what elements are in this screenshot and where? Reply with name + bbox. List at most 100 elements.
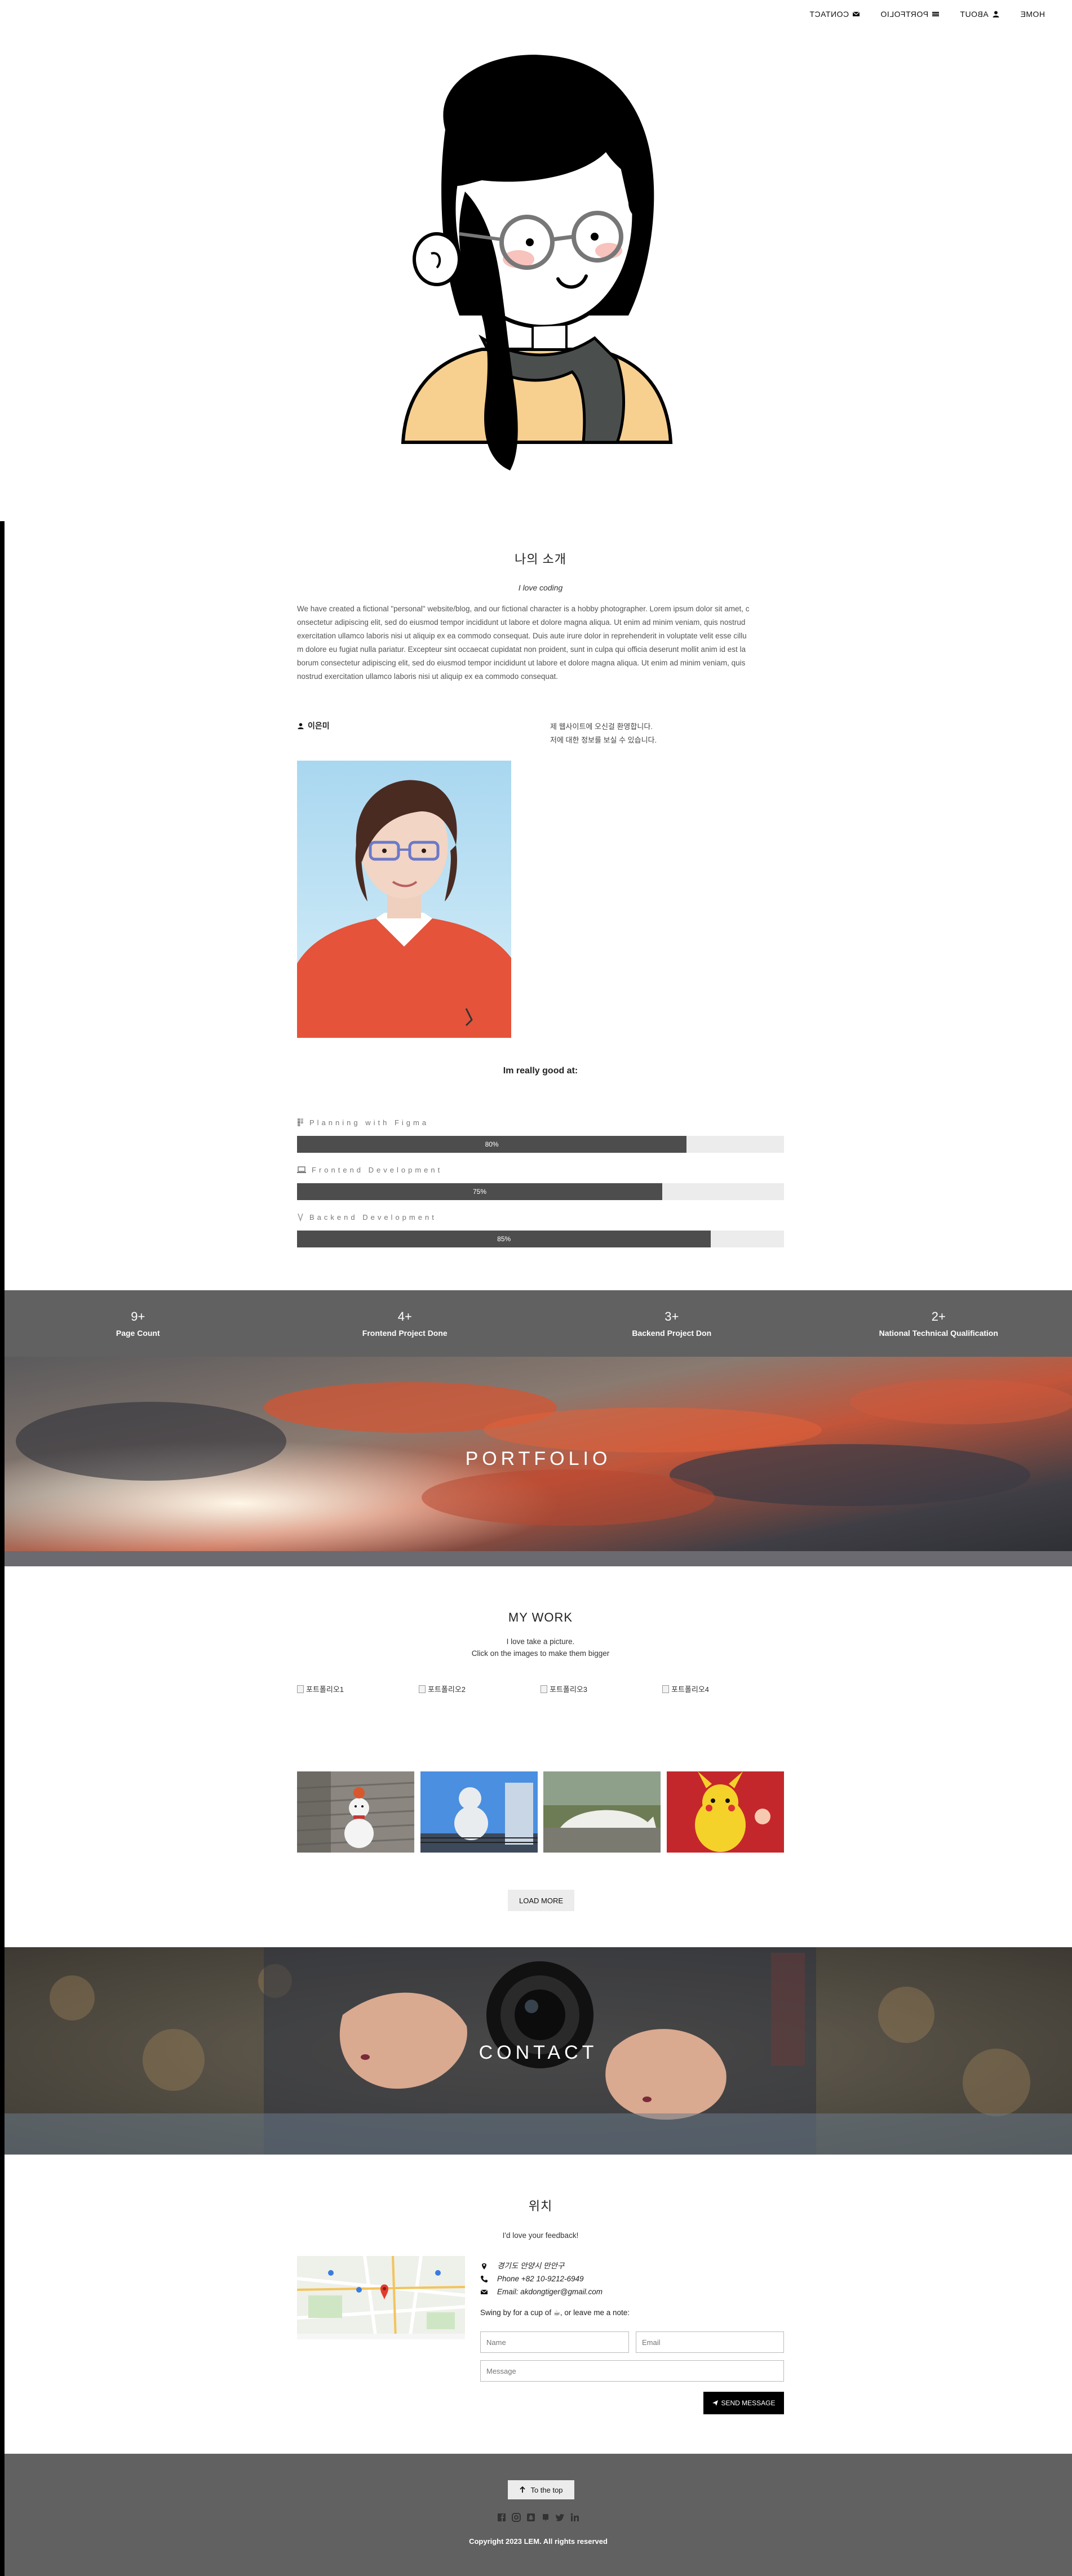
instagram-icon[interactable] xyxy=(511,2512,522,2523)
skill-progress-track: 75% xyxy=(297,1183,784,1200)
profile-name-text: 이은미 xyxy=(308,721,330,730)
envelope-icon xyxy=(852,11,860,16)
contact-address: 경기도 안양시 만안구 xyxy=(497,2262,565,2270)
about-paragraph: We have created a fictional "personal" w… xyxy=(297,602,784,683)
send-message-button[interactable]: SEND MESSAGE xyxy=(703,2392,784,2414)
about-line: borum consectetur adipiscing elit, sed d… xyxy=(297,659,746,667)
skill-label-row: Frontend Development xyxy=(297,1164,784,1175)
contact-email: Email: akdongtiger@gmail.com xyxy=(497,2288,603,2296)
stat-item: 3+ Backend Project Don xyxy=(582,1309,762,1338)
page: CONTACT PORTFOLIO ABOUT HOME 나의 소개 I lov… xyxy=(0,0,1072,2576)
snowman-stairs-photo[interactable] xyxy=(297,1771,414,1853)
skill-label: Planning with Figma xyxy=(309,1118,429,1127)
snowman-sky-photo[interactable] xyxy=(420,1771,538,1853)
contact-title: 위치 xyxy=(528,2199,553,2213)
skill-figma: Planning with Figma 80% xyxy=(297,1117,784,1153)
work-line-1: I love take a picture. xyxy=(506,1637,575,1646)
about-line: onsectetur adipiscing elit, sed do eiusm… xyxy=(297,618,746,627)
social-links xyxy=(5,2512,1072,2523)
phone-icon xyxy=(481,2275,488,2282)
stat-value: 9+ xyxy=(131,1309,145,1323)
stat-label: National Technical Qualification xyxy=(879,1329,998,1338)
about-line: nostrud exercitation ullamco laboris nis… xyxy=(297,672,559,681)
envelope-icon xyxy=(480,2289,488,2294)
broken-image-alt: 포트폴리오1 xyxy=(306,1685,344,1694)
skills-heading: Im really good at: xyxy=(503,1066,578,1076)
broken-image[interactable]: 포트폴리오4 xyxy=(662,1684,784,1694)
stat-value: 3+ xyxy=(665,1309,679,1323)
broken-image[interactable]: 포트폴리오2 xyxy=(419,1684,541,1694)
broken-image-alt: 포트폴리오3 xyxy=(550,1685,588,1694)
hero-avatar-illustration xyxy=(401,55,673,470)
skill-label-row: Planning with Figma xyxy=(297,1117,784,1128)
pikachu-photo[interactable] xyxy=(666,1771,784,1853)
skill-progress-fill: 80% xyxy=(297,1136,687,1153)
nav-about[interactable]: ABOUT xyxy=(950,10,1010,19)
stat-value: 2+ xyxy=(931,1309,946,1323)
paper-plane-icon xyxy=(712,2400,719,2406)
email-input[interactable] xyxy=(636,2331,784,2353)
location-map[interactable] xyxy=(297,2256,465,2339)
profile-photo xyxy=(297,761,511,1038)
contact-subtitle: I'd love your feedback! xyxy=(502,2231,579,2240)
skill-progress-track: 80% xyxy=(297,1136,784,1153)
snapchat-icon[interactable] xyxy=(525,2512,537,2523)
about-subtitle: I love coding xyxy=(518,583,563,592)
message-input[interactable] xyxy=(480,2360,784,2382)
profile-intro-line: 저에 대한 정보를 보실 수 있습니다. xyxy=(550,736,657,744)
database-icon xyxy=(298,1213,303,1222)
nav-home[interactable]: HOME xyxy=(1010,10,1055,19)
skill-progress-track: 85% xyxy=(297,1231,784,1247)
portfolio-thumbnails xyxy=(297,1771,784,1853)
portfolio-banner-title: PORTFOLIO xyxy=(465,1448,612,1469)
map-marker-icon xyxy=(482,2263,486,2269)
copyright-text: Copyright 2023 LEM. All rights reserved xyxy=(469,2537,608,2546)
work-section: MY WORK I love take a picture. Click on … xyxy=(297,1610,784,1658)
skill-label-row: Backend Development xyxy=(297,1211,784,1223)
about-line: exercitation ullamco laboris nisi ut ali… xyxy=(297,632,747,640)
skill-label: Frontend Development xyxy=(312,1165,443,1174)
nav-about-label: ABOUT xyxy=(960,10,989,19)
nav-contact[interactable]: CONTACT xyxy=(799,10,870,19)
pinterest-icon[interactable] xyxy=(540,2512,551,2523)
stat-item: 4+ Frontend Project Done xyxy=(314,1309,495,1338)
contact-banner-title: CONTACT xyxy=(479,2042,598,2063)
contact-phone: Phone +82 10-9212-6949 xyxy=(497,2275,584,2283)
load-more-button[interactable]: LOAD MORE xyxy=(508,1890,574,1911)
profile-name: 이은미 xyxy=(297,720,330,731)
stat-label: Frontend Project Done xyxy=(362,1329,448,1338)
name-input[interactable] xyxy=(480,2331,629,2353)
profile-intro: 제 웹사이트에 오신걸 환영합니다. 저에 대한 정보를 보실 수 있습니다. xyxy=(550,720,657,747)
skill-backend: Backend Development 85% xyxy=(297,1211,784,1247)
footer: To the top Copyright 2023 LEM. All right… xyxy=(5,2454,1072,2576)
facebook-icon[interactable] xyxy=(496,2512,507,2523)
user-icon xyxy=(993,11,999,17)
skill-label: Backend Development xyxy=(309,1213,437,1222)
stats-bar: 9+ Page Count 4+ Frontend Project Done 3… xyxy=(5,1290,1072,1357)
whale-sculpture-photo[interactable] xyxy=(543,1771,661,1853)
send-message-label: SEND MESSAGE xyxy=(721,2399,776,2407)
work-title: MY WORK xyxy=(508,1610,573,1624)
broken-image-icon xyxy=(541,1685,547,1693)
to-the-top-button[interactable]: To the top xyxy=(508,2480,574,2499)
skill-progress-fill: 85% xyxy=(297,1231,711,1247)
skill-percent: 80% xyxy=(485,1140,499,1148)
skill-percent: 75% xyxy=(472,1188,487,1196)
contact-email-row: Email: akdongtiger@gmail.com xyxy=(480,2285,630,2298)
left-border-rule xyxy=(0,521,5,2576)
stat-item: 2+ National Technical Qualification xyxy=(848,1309,1029,1338)
broken-image[interactable]: 포트폴리오1 xyxy=(297,1684,419,1694)
broken-image[interactable]: 포트폴리오3 xyxy=(541,1684,662,1694)
contact-section: 위치 I'd love your feedback! xyxy=(297,2196,784,2240)
twitter-icon[interactable] xyxy=(555,2512,566,2523)
to-the-top-label: To the top xyxy=(530,2485,563,2494)
nav-portfolio-label: PORTFOLIO xyxy=(880,10,929,19)
stat-value: 4+ xyxy=(397,1309,412,1323)
broken-image-alt: 포트폴리오4 xyxy=(671,1685,710,1694)
contact-banner: CONTACT xyxy=(5,1947,1072,2155)
skill-frontend: Frontend Development 75% xyxy=(297,1164,784,1200)
about-line: m dolore eu fugiat nulla pariatur. Excep… xyxy=(297,645,746,654)
profile-intro-line: 제 웹사이트에 오신걸 환영합니다. xyxy=(550,722,653,731)
nav-portfolio[interactable]: PORTFOLIO xyxy=(870,10,950,19)
linkedin-icon[interactable] xyxy=(569,2512,581,2523)
